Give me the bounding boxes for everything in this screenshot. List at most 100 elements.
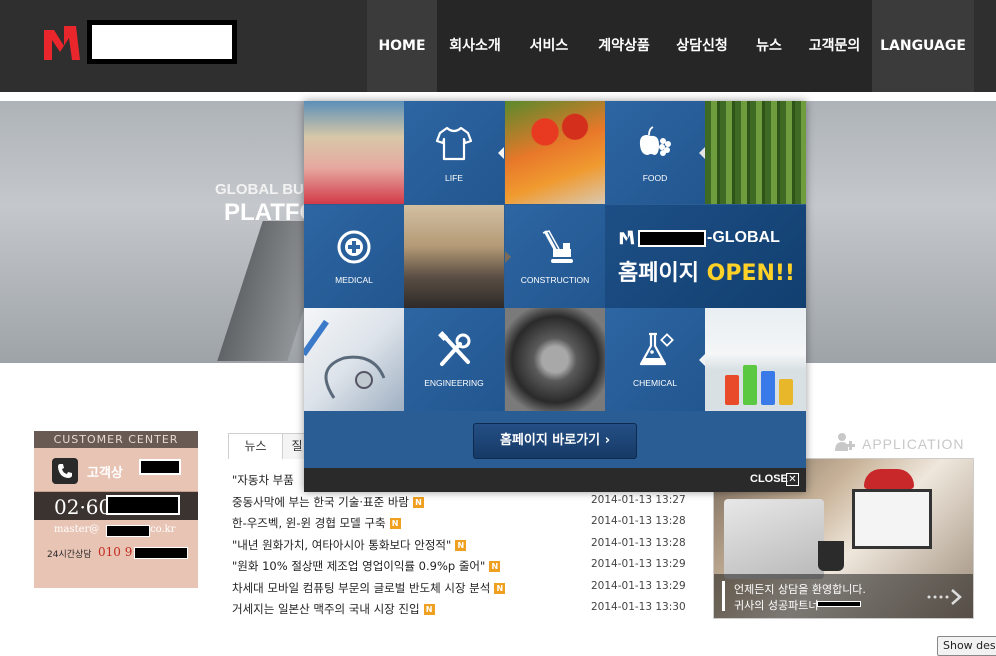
news-title[interactable]: 한-우즈벡, 윈-윈 경협 모델 구축 N xyxy=(232,515,401,531)
list-item[interactable]: "원화 10% 절상땐 제조업 영업이익률 0.9%p 줄어" N 2014-01… xyxy=(232,556,686,578)
company-logo-icon xyxy=(619,230,635,245)
vegetables-photo xyxy=(505,101,605,204)
news-date: 2014-01-13 13:29 xyxy=(591,579,686,592)
customer-center-box: CUSTOMER CENTER 고객상 02·60 master@ co.kr … xyxy=(34,431,198,588)
tile-notch xyxy=(505,251,511,263)
customer-center-label: 고객상 xyxy=(87,466,123,481)
news-title[interactable]: 차세대 모바일 컴퓨팅 부문의 글로벌 반도체 시장 분석 N xyxy=(232,580,506,596)
email-suffix: co.kr xyxy=(150,524,176,535)
nav-contracts[interactable]: 계약상품 xyxy=(585,0,663,92)
tile-construction[interactable]: CONSTRUCTION xyxy=(505,205,605,308)
nav-language[interactable]: LANGUAGE xyxy=(872,0,974,92)
list-item[interactable]: 한-우즈벡, 윈-윈 경협 모델 구축 N 2014-01-13 13:28 xyxy=(232,513,686,535)
tile-engineering[interactable]: ENGINEERING xyxy=(404,308,504,411)
news-date: 2014-01-13 13:29 xyxy=(591,558,686,570)
flask-image xyxy=(761,371,775,405)
nav-company[interactable]: 회사소개 xyxy=(437,0,513,92)
mobile-number: 010 9 xyxy=(98,545,133,559)
list-item[interactable]: 중동사막에 부는 한국 기술·표준 바람 N 2014-01-13 13:27 xyxy=(232,492,686,514)
news-title[interactable]: 중동사막에 부는 한국 기술·표준 바람 N xyxy=(232,494,424,510)
new-badge-icon: N xyxy=(494,582,506,594)
chevron-right-icon: › xyxy=(604,433,611,448)
new-badge-icon: N xyxy=(489,561,501,572)
flask-image xyxy=(725,375,739,405)
news-title[interactable]: "내년 원화가치, 여타아시아 통화보다 안정적" N xyxy=(232,537,467,553)
tile-life[interactable]: LIFE xyxy=(404,101,504,204)
popup-footer: CLOSE ✕ xyxy=(304,468,806,492)
redacted-block xyxy=(139,459,181,475)
list-item[interactable]: "내년 원화가치, 여타아시아 통화보다 안정적" N 2014-01-13 13… xyxy=(232,535,686,557)
news-title[interactable]: "자동차 부품 xyxy=(232,472,294,488)
nav-consult[interactable]: 상담신청 xyxy=(663,0,741,92)
clothes-photo xyxy=(304,101,404,204)
tab-news[interactable]: 뉴스 xyxy=(228,433,283,459)
flask-icon xyxy=(639,332,674,366)
new-badge-icon: N xyxy=(455,539,467,551)
nav-inquiry[interactable]: 고객문의 xyxy=(797,0,872,92)
crane-icon xyxy=(542,230,573,263)
tile-chemical-label: CHEMICAL xyxy=(633,378,677,388)
show-desktop-button[interactable]: Show desk xyxy=(937,636,996,656)
redacted-block xyxy=(817,601,861,607)
company-logo-icon[interactable] xyxy=(42,22,82,62)
phone-number-row: 02·60 xyxy=(34,492,198,520)
nav-news[interactable]: 뉴스 xyxy=(741,0,797,92)
customer-center-heading: CUSTOMER CENTER xyxy=(34,431,198,448)
tile-food-label: FOOD xyxy=(642,173,668,183)
customer-center-row: 고객상 xyxy=(34,448,198,492)
email-row: master@ co.kr xyxy=(34,520,198,542)
add-user-icon xyxy=(835,433,855,451)
news-title[interactable]: "원화 10% 절상땐 제조업 영업이익률 0.9%p 줄어" N xyxy=(232,558,501,574)
news-title[interactable]: 거세지는 일본산 맥주의 국내 시장 진입 N xyxy=(232,601,435,617)
phone-icon xyxy=(52,458,78,484)
flask-image xyxy=(743,365,757,405)
application-caption: 언제든지 상담을 환영합니다. 귀사의 성공파트너 xyxy=(714,574,973,618)
promo-popup: LIFE FOOD MEDICAL CONSTRUCTION -GLOBAL 홈… xyxy=(304,101,806,492)
tile-life-label: LIFE xyxy=(445,173,463,183)
arrow-right-icon[interactable] xyxy=(926,588,962,606)
caption-accent-bar xyxy=(722,581,725,611)
laptop-image xyxy=(724,499,824,579)
tile-medical[interactable]: MEDICAL xyxy=(304,205,404,308)
redacted-block xyxy=(134,547,188,559)
go-homepage-button[interactable]: 홈페이지 바로가기 › xyxy=(473,423,637,459)
nav-home[interactable]: HOME xyxy=(367,0,437,92)
redacted-block xyxy=(638,230,706,247)
caption-line-2: 귀사의 성공파트너 xyxy=(734,599,819,612)
application-title: APPLICATION xyxy=(862,436,965,452)
news-date: 2014-01-13 13:27 xyxy=(591,493,686,506)
stethoscope-photo xyxy=(304,308,404,411)
news-date: 2014-01-13 13:30 xyxy=(591,601,686,613)
list-item[interactable]: 차세대 모바일 컴퓨팅 부문의 글로벌 반도체 시장 분석 N 2014-01-1… xyxy=(232,578,686,600)
new-badge-icon: N xyxy=(423,604,435,615)
mobile-row: 24시간상담 010 9 xyxy=(34,542,198,564)
fruit-icon xyxy=(639,126,671,156)
nav-services[interactable]: 서비스 xyxy=(513,0,585,92)
close-icon[interactable]: ✕ xyxy=(786,473,799,486)
new-badge-icon: N xyxy=(389,518,401,529)
engine-photo xyxy=(505,308,605,411)
news-date: 2014-01-13 13:28 xyxy=(591,515,686,527)
new-badge-icon: N xyxy=(412,496,424,508)
tile-food[interactable]: FOOD xyxy=(605,101,705,204)
list-item[interactable]: 거세지는 일본산 맥주의 국내 시장 진입 N 2014-01-13 13:30 xyxy=(232,599,686,621)
lab-glassware-photo xyxy=(705,308,806,411)
tile-engineering-label: ENGINEERING xyxy=(424,378,484,388)
popup-button-area: 홈페이지 바로가기 › xyxy=(304,411,806,468)
medical-cross-icon xyxy=(337,230,371,264)
city-photo xyxy=(404,205,504,308)
main-nav: HOME 회사소개 서비스 계약상품 상담신청 뉴스 고객문의 LANGUAGE xyxy=(367,0,974,92)
tile-chemical[interactable]: CHEMICAL xyxy=(605,308,705,411)
tshirt-icon xyxy=(435,126,473,161)
news-list: "자동차 부품 중동사막에 부는 한국 기술·표준 바람 N 2014-01-13… xyxy=(232,470,686,621)
person-image xyxy=(864,469,914,489)
news-date: 2014-01-13 13:28 xyxy=(591,536,686,549)
redacted-block xyxy=(106,495,180,515)
flask-image xyxy=(779,379,793,405)
tile-medical-label: MEDICAL xyxy=(335,275,373,285)
tile-construction-label: CONSTRUCTION xyxy=(520,275,590,285)
company-name-redacted xyxy=(87,20,237,64)
close-label[interactable]: CLOSE xyxy=(750,473,788,485)
open-banner: -GLOBAL 홈페이지 OPEN!! xyxy=(605,205,806,308)
caption-line-1: 언제든지 상담을 환영합니다. xyxy=(734,583,866,596)
